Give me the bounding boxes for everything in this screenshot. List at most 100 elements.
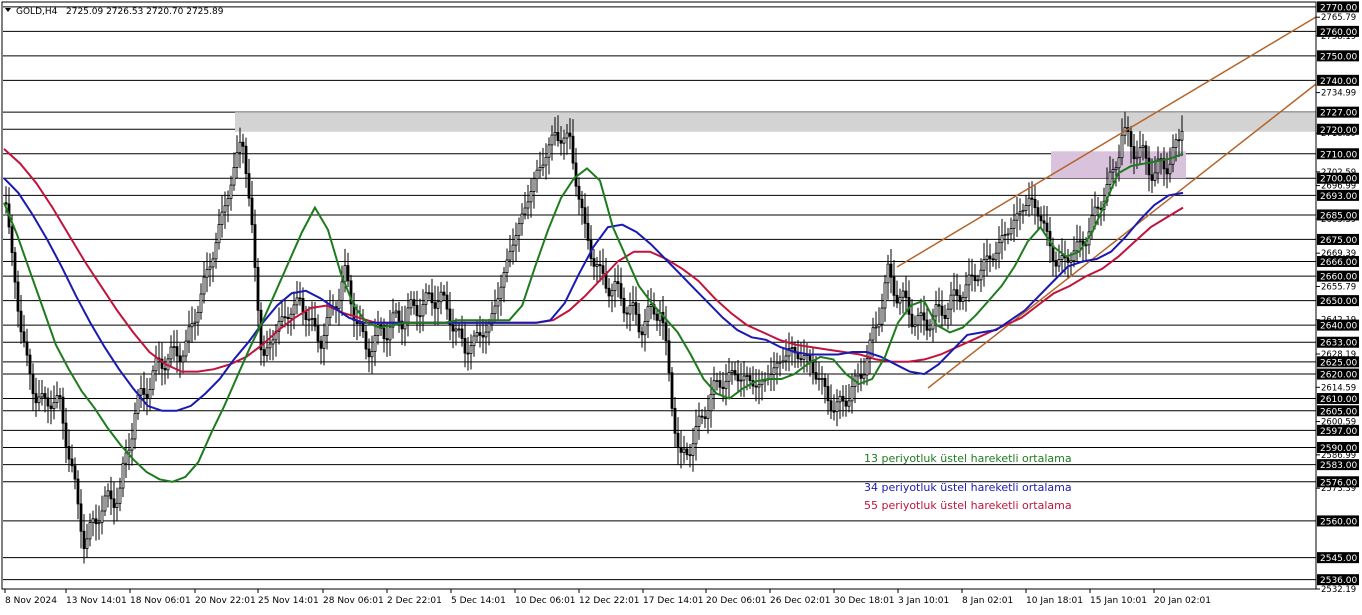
candle-body — [523, 207, 527, 215]
candle-body — [832, 410, 836, 413]
candle-body — [298, 297, 302, 300]
candle-body — [178, 355, 182, 363]
candle-body — [598, 264, 602, 267]
candle-body — [40, 393, 44, 398]
time-axis-label: 20 Jan 02:01 — [1154, 596, 1211, 606]
price-level-tag-label: 2597.00 — [1320, 427, 1357, 437]
candle-body — [244, 145, 248, 175]
upper-trendline[interactable] — [896, 16, 1317, 268]
candle-body — [172, 346, 176, 349]
candle-body — [445, 294, 449, 310]
time-axis-label: 12 Dec 22:01 — [579, 596, 640, 606]
price-level-tag-label: 2610.00 — [1320, 395, 1357, 405]
price-level-tag-label: 2640.00 — [1320, 322, 1357, 332]
time-axis-label: 2 Dec 22:01 — [387, 596, 442, 606]
candle-body — [829, 400, 833, 412]
candle-body — [133, 413, 137, 440]
triangle-down-icon[interactable] — [5, 8, 11, 12]
candle-body — [415, 305, 419, 317]
candle-body — [211, 258, 215, 268]
candle-body — [616, 281, 620, 285]
candle-body — [295, 297, 299, 306]
candle-body — [571, 135, 575, 164]
ema34-legend-label: 34 periyotluk üstel hareketli ortalama — [864, 481, 1072, 494]
candle-body — [622, 297, 626, 314]
candle-body — [634, 302, 638, 315]
candle-body — [475, 332, 479, 337]
time-axis[interactable]: 8 Nov 2024 13 Nov 14:01 18 Nov 06:01 20 Nov… — [4, 589, 1211, 606]
candle-body — [304, 311, 308, 320]
candle-body — [823, 377, 827, 387]
candle-body — [151, 370, 155, 390]
candle-body — [532, 178, 536, 192]
candle-body — [955, 289, 959, 296]
candle-body — [937, 304, 941, 307]
candle-body — [958, 295, 962, 302]
price-level-tag-label: 2545.00 — [1320, 554, 1357, 564]
candle-body — [343, 265, 347, 283]
candle-body — [463, 337, 467, 354]
axis-tick-label: 2655.79 — [1321, 282, 1356, 292]
candle-body — [34, 393, 38, 404]
candle-body — [118, 487, 122, 504]
candle-body — [961, 297, 965, 302]
candle-body — [904, 290, 908, 298]
candle-body — [820, 377, 824, 380]
candle-body — [409, 299, 413, 309]
candle-body — [724, 380, 728, 389]
candle-body — [877, 323, 881, 328]
price-level-tag-label: 2710.00 — [1320, 150, 1357, 160]
candle-body — [481, 334, 485, 338]
candle-body — [706, 410, 710, 419]
candle-body — [1171, 147, 1175, 165]
candle-body — [1150, 174, 1154, 181]
candle-body — [676, 432, 680, 448]
candle-body — [895, 294, 899, 304]
candle-body — [586, 222, 590, 241]
candle-body — [469, 345, 473, 354]
chart-header: GOLD,H4 2725.09 2726.53 2720.70 2725.89 — [5, 7, 224, 17]
ema13-line — [3, 152, 1184, 483]
candle-body — [238, 141, 242, 153]
candle-body — [271, 339, 275, 345]
candle-body — [340, 281, 344, 301]
candle-body — [322, 335, 326, 349]
candle-body — [52, 402, 56, 409]
candle-body — [229, 184, 233, 199]
time-axis-label: 25 Nov 14:01 — [258, 596, 319, 606]
candle-body — [46, 397, 50, 407]
candle-body — [655, 313, 659, 321]
candle-body — [691, 443, 695, 456]
candle-body — [418, 315, 422, 318]
candle-body — [985, 255, 989, 260]
candles — [4, 111, 1184, 564]
candle-body — [736, 374, 740, 382]
chart-window[interactable]: GOLD,H4 2725.09 2726.53 2720.70 2725.89 … — [0, 0, 1362, 611]
price-level-tag-label: 2620.00 — [1320, 371, 1357, 381]
candle-body — [31, 373, 35, 395]
candle-body — [760, 380, 764, 386]
candle-body — [781, 360, 785, 363]
resistance-zone — [235, 112, 1316, 132]
candle-body — [307, 318, 311, 321]
candle-body — [103, 495, 107, 512]
candle-body — [757, 384, 761, 388]
price-level-tag-label: 2760.00 — [1320, 28, 1357, 38]
candle-body — [466, 352, 470, 355]
candle-body — [16, 281, 20, 312]
candle-body — [745, 375, 749, 377]
candle-body — [1129, 131, 1133, 147]
candle-body — [301, 298, 305, 313]
candle-body — [508, 250, 512, 261]
candle-body — [1144, 145, 1148, 159]
candle-body — [529, 191, 533, 203]
candle-body — [109, 490, 113, 500]
price-level-tag-label: 2750.00 — [1320, 52, 1357, 62]
candle-body — [991, 258, 995, 261]
price-axis[interactable]: 2765.792758.192734.992718.392702.592696.… — [1316, 0, 1362, 595]
candle-body — [625, 312, 629, 315]
candle-body — [568, 132, 572, 137]
candle-body — [550, 134, 554, 146]
price-chart[interactable]: GOLD,H4 2725.09 2726.53 2720.70 2725.89 … — [0, 0, 1362, 611]
candle-body — [775, 362, 779, 369]
